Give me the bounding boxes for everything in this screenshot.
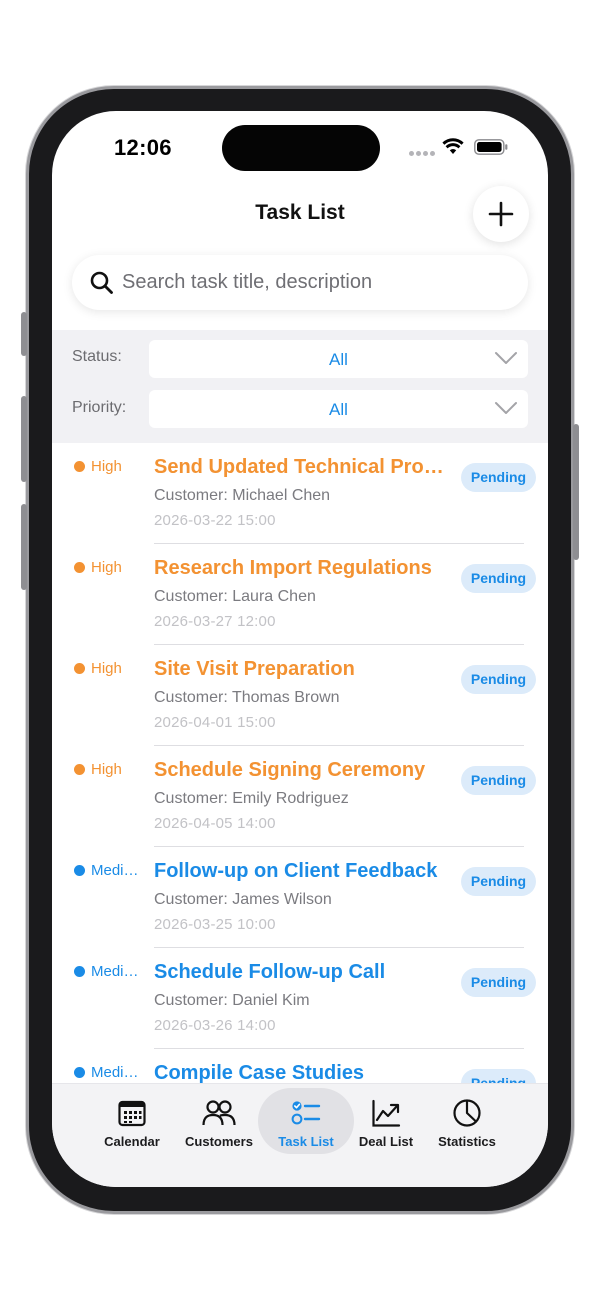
task-title: Compile Case Studies — [154, 1062, 365, 1083]
priority-dot — [74, 966, 85, 977]
priority-label: High — [91, 761, 122, 778]
status-badge: Pending — [461, 867, 536, 896]
tab-bar: Calendar Customers Task List Deal List S… — [52, 1083, 548, 1187]
tab-label: Task List — [278, 1134, 334, 1149]
tab-label: Calendar — [104, 1134, 160, 1149]
task-row[interactable]: Medium Schedule Follow-up Call Customer:… — [52, 948, 548, 1049]
priority-label: High — [91, 559, 122, 576]
status-badge: Pending — [461, 665, 536, 694]
priority-filter-value: All — [329, 400, 348, 419]
task-due-time: 2026-03-25 10:00 — [154, 916, 276, 933]
action-button — [21, 312, 27, 356]
priority-dot — [74, 865, 85, 876]
wifi-icon — [442, 138, 464, 154]
task-row[interactable]: High Site Visit Preparation Customer: Th… — [52, 645, 548, 746]
task-due-time: 2026-04-05 14:00 — [154, 815, 276, 832]
task-row[interactable]: Medium Compile Case Studies Pending — [52, 1049, 548, 1083]
volume-down-button — [21, 504, 27, 590]
task-due-time: 2026-03-27 12:00 — [154, 613, 276, 630]
pie-chart-icon — [453, 1099, 481, 1127]
customers-icon — [202, 1100, 236, 1126]
deal-chart-icon — [372, 1099, 401, 1127]
dynamic-island — [222, 125, 380, 171]
priority-filter-label: Priority: — [72, 399, 127, 416]
tab-label: Customers — [185, 1134, 253, 1149]
search-bar[interactable] — [72, 255, 528, 310]
battery-icon — [474, 139, 508, 155]
task-title: Site Visit Preparation — [154, 658, 355, 680]
task-title: Follow-up on Client Feedback — [154, 860, 438, 882]
task-row[interactable]: High Send Updated Technical Proposal Cus… — [52, 443, 548, 544]
status-badge: Pending — [461, 463, 536, 492]
tab-calendar[interactable]: Calendar — [87, 1084, 177, 1164]
tab-statistics[interactable]: Statistics — [422, 1084, 512, 1164]
tab-customers[interactable]: Customers — [174, 1084, 264, 1164]
app-screen: 12:06 Task List Status: All — [52, 111, 548, 1187]
tab-task-list[interactable]: Task List — [261, 1084, 351, 1164]
priority-label: Medium — [91, 1064, 141, 1081]
search-input[interactable] — [122, 255, 512, 310]
status-filter-select[interactable]: All — [149, 340, 528, 378]
add-task-button[interactable] — [473, 186, 529, 242]
task-title: Schedule Follow-up Call — [154, 961, 386, 983]
task-title: Send Updated Technical Proposal — [154, 456, 444, 478]
calendar-icon — [118, 1100, 146, 1127]
search-icon — [90, 271, 113, 294]
task-due-time: 2026-03-26 14:00 — [154, 1017, 276, 1034]
status-badge: Pending — [461, 564, 536, 593]
task-due-time: 2026-03-22 15:00 — [154, 512, 276, 529]
status-badge: Pending — [461, 1069, 536, 1083]
priority-label: Medium — [91, 862, 141, 879]
priority-dot — [74, 764, 85, 775]
status-filter-value: All — [329, 350, 348, 369]
task-row[interactable]: High Research Import Regulations Custome… — [52, 544, 548, 645]
chevron-down-icon — [495, 352, 517, 364]
power-button — [573, 424, 579, 560]
tab-deal-list[interactable]: Deal List — [341, 1084, 431, 1164]
status-filter-label: Status: — [72, 348, 122, 365]
task-customer: Customer: Michael Chen — [154, 487, 331, 504]
signal-dots-icon — [409, 151, 435, 156]
task-due-time: 2026-04-01 15:00 — [154, 714, 276, 731]
priority-dot — [74, 1067, 85, 1078]
task-customer: Customer: James Wilson — [154, 891, 332, 908]
task-customer: Customer: Thomas Brown — [154, 689, 340, 706]
priority-label: High — [91, 660, 122, 677]
task-customer: Customer: Laura Chen — [154, 588, 316, 605]
task-row[interactable]: Medium Follow-up on Client Feedback Cust… — [52, 847, 548, 948]
tab-label: Statistics — [438, 1134, 496, 1149]
priority-label: High — [91, 458, 122, 475]
task-customer: Customer: Daniel Kim — [154, 992, 310, 1009]
volume-up-button — [21, 396, 27, 482]
task-customer: Customer: Emily Rodriguez — [154, 790, 349, 807]
priority-dot — [74, 562, 85, 573]
task-row[interactable]: High Schedule Signing Ceremony Customer:… — [52, 746, 548, 847]
status-badge: Pending — [461, 968, 536, 997]
task-title: Research Import Regulations — [154, 557, 432, 579]
priority-dot — [74, 461, 85, 472]
task-list[interactable]: High Send Updated Technical Proposal Cus… — [52, 443, 548, 1083]
priority-filter-select[interactable]: All — [149, 390, 528, 428]
filter-panel: Status: All Priority: All — [52, 330, 548, 443]
tab-label: Deal List — [358, 1134, 414, 1149]
task-list-icon — [291, 1101, 321, 1125]
chevron-down-icon — [495, 402, 517, 414]
priority-dot — [74, 663, 85, 674]
priority-label: Medium — [91, 963, 141, 980]
status-badge: Pending — [461, 766, 536, 795]
task-title: Schedule Signing Ceremony — [154, 759, 426, 781]
plus-icon — [488, 201, 514, 227]
status-time: 12:06 — [114, 135, 172, 160]
